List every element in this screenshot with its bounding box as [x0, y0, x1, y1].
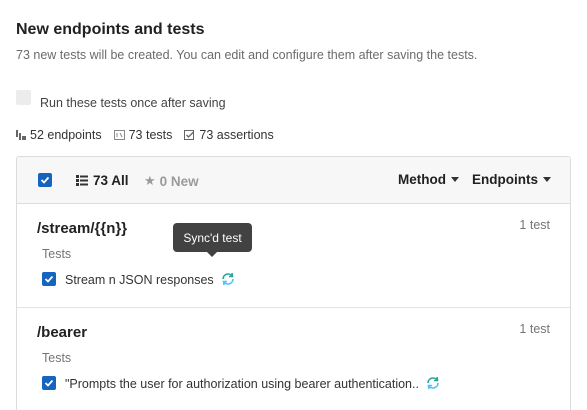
check-icon [40, 176, 50, 184]
endpoints-icon [16, 130, 26, 140]
assertions-stat: 73 assertions [184, 128, 274, 142]
method-dropdown-label: Method [398, 172, 446, 187]
method-dropdown[interactable]: Method [398, 172, 459, 187]
page-title: New endpoints and tests [16, 21, 205, 38]
tests-stat: 73 tests [113, 128, 173, 142]
run-once-checkbox[interactable] [16, 89, 31, 105]
endpoints-dropdown[interactable]: Endpoints [472, 172, 551, 187]
filter-new-label: 0 New [159, 173, 199, 189]
test-checkbox[interactable] [42, 271, 56, 286]
tests-section-label: Tests [42, 247, 72, 261]
endpoint-item: /stream/{{n}} 1 test Tests Stream n JSON… [17, 204, 570, 308]
endpoint-path: /stream/{{n}} [37, 220, 128, 237]
filter-all-label: 73 All [93, 173, 129, 188]
assertions-count: 73 assertions [199, 128, 274, 142]
test-name: "Prompts the user for authorization usin… [65, 377, 419, 391]
endpoint-test-count: 1 test [519, 218, 550, 232]
tests-panel: 73 All ★ 0 New Method Endpoints /stream/… [16, 156, 571, 410]
caret-down-icon [451, 177, 459, 182]
tests-icon [113, 130, 125, 140]
tests-section-label: Tests [42, 351, 72, 365]
test-row[interactable]: "Prompts the user for authorization usin… [42, 374, 441, 391]
list-icon [76, 175, 88, 186]
check-icon [44, 275, 54, 283]
summary-stats: 52 endpoints 73 tests 73 assertions [16, 128, 286, 142]
run-once-label: Run these tests once after saving [40, 96, 226, 110]
endpoints-count: 52 endpoints [30, 128, 102, 142]
assertions-icon [184, 129, 195, 140]
sync-icon[interactable] [220, 272, 236, 286]
page-subtitle: 73 new tests will be created. You can ed… [16, 48, 478, 62]
test-row[interactable]: Stream n JSON responses [42, 270, 236, 287]
check-icon [44, 379, 54, 387]
filter-new[interactable]: ★ 0 New [144, 173, 199, 189]
run-once-option[interactable]: Run these tests once after saving [16, 84, 226, 110]
star-icon: ★ [144, 173, 156, 188]
test-checkbox[interactable] [42, 375, 56, 390]
endpoints-stat: 52 endpoints [16, 128, 102, 142]
tests-count: 73 tests [128, 128, 173, 142]
panel-header: 73 All ★ 0 New Method Endpoints [17, 157, 570, 204]
endpoint-item: /bearer 1 test Tests "Prompts the user f… [17, 308, 570, 410]
test-name: Stream n JSON responses [65, 273, 214, 287]
select-all-checkbox[interactable] [38, 173, 52, 187]
filter-all[interactable]: 73 All [76, 173, 129, 188]
sync-tooltip: Sync'd test [173, 223, 252, 257]
endpoint-test-count: 1 test [519, 322, 550, 336]
endpoints-dropdown-label: Endpoints [472, 172, 538, 187]
sync-icon[interactable] [425, 376, 441, 390]
caret-down-icon [543, 177, 551, 182]
endpoint-path: /bearer [37, 324, 88, 341]
